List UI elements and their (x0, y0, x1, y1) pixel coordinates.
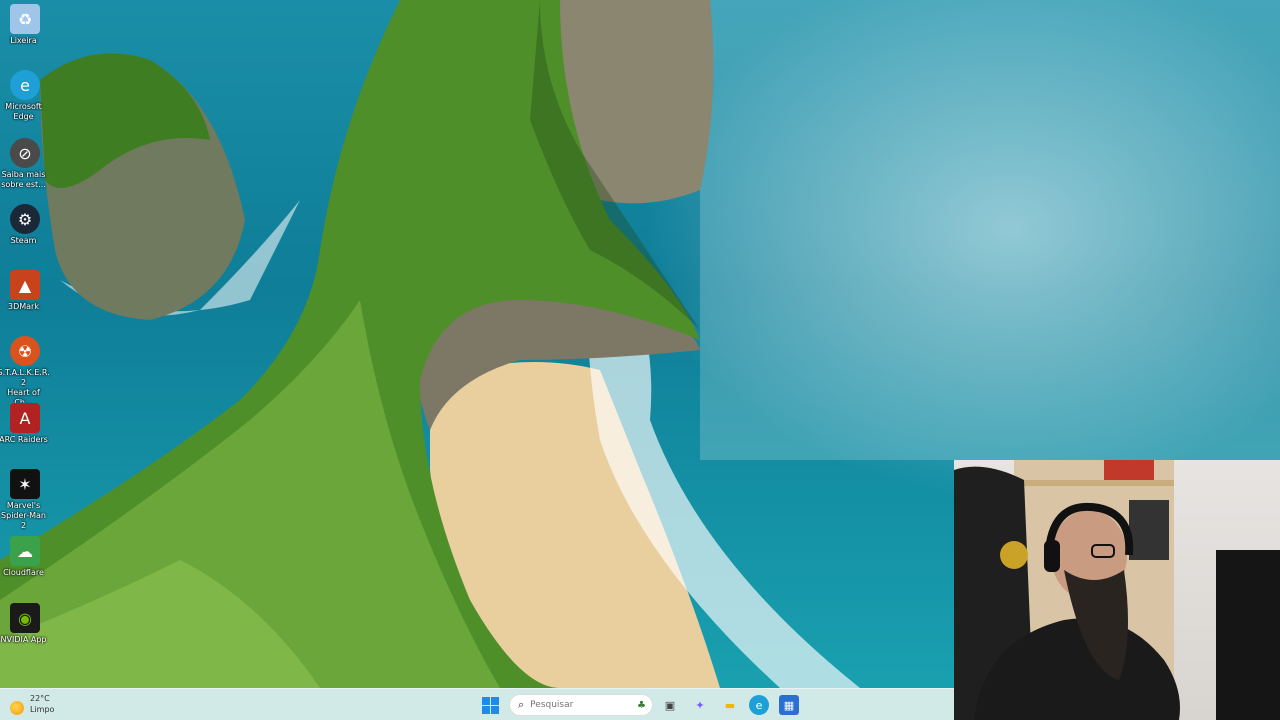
taskbar: 22°C Limpo ⌕ ♣ ▣ ✦ ▬ e ▦ (0, 688, 954, 720)
task-view-button[interactable]: ▣ (660, 695, 680, 715)
file-explorer-button[interactable]: ▬ (720, 695, 740, 715)
edge-taskbar-button[interactable]: e (749, 695, 769, 715)
edge-icon: e (755, 698, 763, 712)
search-highlight-icon: ♣ (637, 699, 646, 711)
nvidia-icon: ◉ (10, 603, 40, 633)
taskbar-search[interactable]: ⌕ ♣ (509, 694, 653, 716)
webcam-feed (954, 460, 1280, 720)
desktop-icon-recycle-bin[interactable]: ♻ Lixeira (2, 4, 48, 46)
search-input[interactable] (530, 700, 601, 710)
stalker-icon: ☢ (10, 336, 40, 366)
sun-icon (10, 701, 24, 715)
desktop-icon-label: Lixeira (10, 36, 37, 45)
desktop-icon-app[interactable]: ☁ Cloudflare (2, 536, 48, 578)
windows-logo-icon (482, 697, 490, 705)
recycle-bin-icon: ♻ (10, 4, 40, 34)
desktop-icon-edge[interactable]: e Microsoft Edge (2, 70, 48, 122)
desktop-icon-label: Saiba mais sobre est... (1, 170, 46, 189)
search-icon: ⌕ (518, 698, 525, 711)
desktop-icon-label: S.T.A.L.K.E.R. 2 Heart of Ch... (0, 368, 50, 407)
start-button[interactable] (482, 697, 499, 714)
desktop-icon-spider-man[interactable]: ✶ Marvel's Spider-Man 2 (1, 469, 48, 531)
learn-more-icon: ⊘ (10, 138, 40, 168)
desktop-icon-label: 3DMark (8, 302, 39, 311)
desktop-icon-nvidia[interactable]: ◉ NVIDIA App (0, 603, 48, 645)
folder-icon: ▬ (724, 698, 736, 712)
desktop-icon-learn-more[interactable]: ⊘ Saiba mais sobre est... (1, 138, 48, 190)
desktop-icon-label: NVIDIA App (0, 635, 47, 644)
weather-temperature: 22°C (30, 694, 50, 703)
copilot-button[interactable]: ✦ (690, 695, 710, 715)
desktop-icon-label: Cloudflare (3, 568, 44, 577)
desktop-icon-label: Steam (10, 236, 37, 245)
weather-widget[interactable]: 22°C Limpo (10, 693, 54, 715)
spider-man-icon: ✶ (10, 469, 40, 499)
steam-icon: ⚙ (10, 204, 40, 234)
desktop-icon-label: ARC Raiders (0, 435, 48, 444)
webcam-overlay (954, 460, 1280, 720)
desktop-icon-stalker[interactable]: ☢ S.T.A.L.K.E.R. 2 Heart of Ch... (0, 336, 50, 408)
desktop-icon-steam[interactable]: ⚙ Steam (2, 204, 48, 246)
task-view-icon: ▣ (664, 698, 676, 712)
3dmark-icon: ▲ (10, 270, 40, 300)
desktop-icon-label: Microsoft Edge (5, 102, 42, 121)
desktop-icon-arc-raiders[interactable]: A ARC Raiders (0, 403, 48, 445)
weather-condition: Limpo (30, 705, 55, 714)
arc-raiders-icon: A (10, 403, 40, 433)
desktop-icon-label: Marvel's Spider-Man 2 (1, 501, 46, 530)
copilot-icon: ✦ (695, 698, 705, 712)
desktop-icon-3dmark[interactable]: ▲ 3DMark (2, 270, 48, 312)
store-icon: ▦ (783, 698, 795, 712)
app-icon: ☁ (10, 536, 40, 566)
store-button[interactable]: ▦ (779, 695, 799, 715)
edge-icon: e (10, 70, 40, 100)
